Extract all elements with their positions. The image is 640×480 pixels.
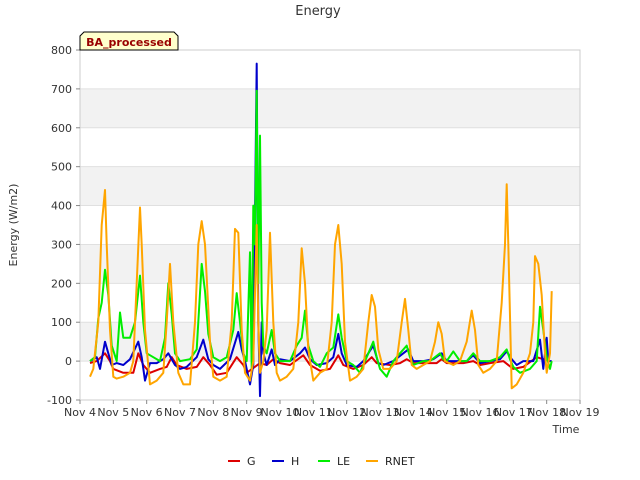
legend-label-rnet: RNET [385,455,415,468]
y-tick-label: 400 [51,200,72,213]
legend-label-h: H [291,455,299,468]
background-band [80,166,580,206]
x-axis-ticks: Nov 4 Nov 5 Nov 6 Nov 7 Nov 8 Nov 9Nov 10Nov … [64,400,599,419]
y-tick-label: 0 [65,355,72,368]
legend-label-g: G [247,455,256,468]
y-tick-label: 600 [51,122,72,135]
chart-title: Energy [295,4,341,19]
x-tick-label: Nov 9 [231,406,263,419]
x-tick-label: Nov 8 [197,406,229,419]
badge: BA_processed [79,31,179,51]
background-band [80,88,580,128]
x-tick-label: Nov 6 [131,406,163,419]
y-axis-ticks: -1000100200300400500600700800 [47,44,80,407]
legend-label-le: LE [337,455,350,468]
x-tick-label: Nov 7 [164,406,196,419]
y-tick-label: 700 [51,83,72,96]
x-tick-label: Nov 4 [64,406,96,419]
x-tick-label: Nov 5 [97,406,129,419]
energy-chart: Energy -1000100200300400500600700800 Nov… [7,4,599,468]
y-tick-label: 500 [51,161,72,174]
x-tick-label: Nov 19 [561,406,600,419]
y-tick-label: 300 [51,238,72,251]
legend: G H LE RNET [228,455,415,468]
y-tick-label: 200 [51,277,72,290]
x-axis-label: Time [552,423,580,436]
badge-text: BA_processed [86,36,172,49]
y-axis-label: Energy (W/m2) [7,184,20,267]
y-tick-label: 800 [51,44,72,57]
y-tick-label: 100 [51,316,72,329]
